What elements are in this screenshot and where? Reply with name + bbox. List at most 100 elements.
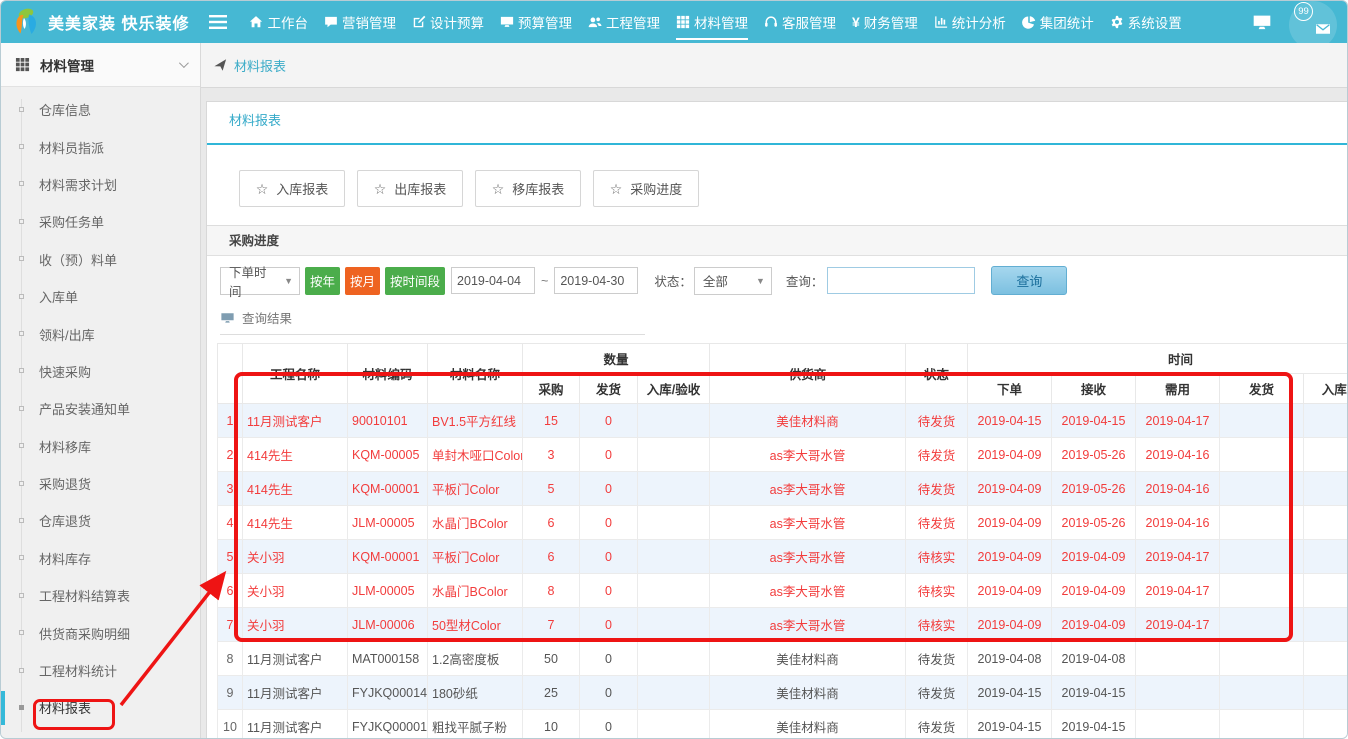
sidebar-item[interactable]: 收（预）料单 — [1, 241, 200, 278]
sidebar-item[interactable]: 入库单 — [1, 278, 200, 315]
table-row[interactable]: 1 11月测试客户 90010101 BV1.5平方红线 15 0 美佳材料商 … — [218, 404, 1348, 438]
main-content: 材料报表 ☆ 入库报表 ☆ 出库报表 ☆ 移库报表 — [201, 89, 1347, 738]
sidebar-item-label: 供货商采购明细 — [39, 624, 130, 643]
table-row[interactable]: 10 11月测试客户 FYJKQ00001 粗找平腻子粉 10 0 美佳材料商 … — [218, 710, 1348, 739]
nav-item[interactable]: 系统设置 — [1110, 1, 1182, 43]
bullet-icon — [19, 256, 24, 261]
cell-time-order: 2019-04-08 — [968, 642, 1052, 676]
sidebar-group-header[interactable]: 材料管理 — [1, 43, 200, 87]
sidebar-item[interactable]: 快速采购 — [1, 353, 200, 390]
col-row-number — [218, 344, 243, 404]
sidebar-item[interactable]: 工程材料结算表 — [1, 577, 200, 614]
cell-project: 414先生 — [243, 472, 348, 506]
order-time-select[interactable]: 下单时间 ▼ — [220, 267, 300, 295]
cell-time-in — [1304, 710, 1348, 739]
table-row[interactable]: 4 414先生 JLM-00005 水晶门BColor 6 0 as李大哥水管 … — [218, 506, 1348, 540]
cell-time-need: 2019-04-17 — [1136, 540, 1220, 574]
col-supplier: 供货商 — [710, 344, 906, 404]
results-table-wrap: 工程名称 材料编码 材料名称 数量 供货商 状态 时间 采购 发货 — [217, 343, 1348, 739]
nav-item[interactable]: 材料管理 — [676, 1, 748, 43]
nav-item-label: 系统设置 — [1128, 12, 1182, 32]
search-button[interactable]: 查询 — [991, 266, 1067, 295]
sidebar-menu: 仓库信息 材料员指派 材料需求计划 采购任务单 — [1, 87, 200, 727]
cell-material-name: 平板门Color — [428, 540, 523, 574]
sidebar-item-label: 材料员指派 — [39, 138, 104, 157]
sidebar-item[interactable]: 仓库退货 — [1, 502, 200, 539]
nav-item-label: 客服管理 — [782, 12, 836, 32]
date-to-input[interactable] — [554, 267, 638, 294]
cell-status: 待发货 — [906, 404, 968, 438]
date-mode-button[interactable]: 按年 — [305, 267, 340, 295]
results-table: 工程名称 材料编码 材料名称 数量 供货商 状态 时间 采购 发货 — [217, 343, 1348, 739]
table-row[interactable]: 6 关小羽 JLM-00005 水晶门BColor 8 0 as李大哥水管 待核… — [218, 574, 1348, 608]
cell-project: 11月测试客户 — [243, 676, 348, 710]
report-button[interactable]: ☆ 入库报表 — [239, 170, 345, 207]
table-row[interactable]: 7 关小羽 JLM-00006 50型材Color 7 0 as李大哥水管 待核… — [218, 608, 1348, 642]
sidebar-item-label: 领料/出库 — [39, 325, 95, 344]
tab-bar: 材料报表 — [207, 102, 1348, 145]
user-messages[interactable]: 99 — [1289, 1, 1337, 43]
tab-material-report[interactable]: 材料报表 — [227, 110, 283, 143]
cell-inspect — [638, 710, 710, 739]
table-body: 1 11月测试客户 90010101 BV1.5平方红线 15 0 美佳材料商 … — [218, 404, 1348, 739]
cell-supplier: as李大哥水管 — [710, 472, 906, 506]
nav-item-label: 工作台 — [267, 12, 308, 32]
table-row[interactable]: 2 414先生 KQM-00005 单封木哑口Color 3 0 as李大哥水管… — [218, 438, 1348, 472]
sidebar-item[interactable]: 材料移库 — [1, 428, 200, 465]
cell-status: 待核实 — [906, 608, 968, 642]
report-button[interactable]: ☆ 移库报表 — [475, 170, 581, 207]
cell-status: 待发货 — [906, 472, 968, 506]
date-mode-button[interactable]: 按时间段 — [385, 267, 445, 295]
nav-item[interactable]: 集团统计 — [1022, 1, 1094, 43]
sidebar-item[interactable]: 采购退货 — [1, 465, 200, 502]
cell-time-in — [1304, 642, 1348, 676]
col-group-time: 时间 — [968, 344, 1348, 374]
sidebar-item-label: 采购退货 — [39, 474, 91, 493]
cell-ship: 0 — [580, 574, 638, 608]
star-icon: ☆ — [610, 182, 623, 196]
table-row[interactable]: 5 关小羽 KQM-00001 平板门Color 6 0 as李大哥水管 待核实 — [218, 540, 1348, 574]
cell-time-need: 2019-04-17 — [1136, 608, 1220, 642]
date-mode-button[interactable]: 按月 — [345, 267, 380, 295]
report-button[interactable]: ☆ 采购进度 — [593, 170, 699, 207]
select-arrow-icon: ▼ — [756, 276, 765, 286]
nav-item[interactable]: 预算管理 — [500, 1, 572, 43]
date-mode-buttons: 按年 按月 按时间段 — [300, 267, 445, 295]
nav-item[interactable]: 统计分析 — [934, 1, 1006, 43]
col-time-order: 下单 — [968, 374, 1052, 404]
sidebar-item[interactable]: 材料报表 — [1, 689, 200, 726]
table-row[interactable]: 8 11月测试客户 MAT000158 1.2高密度板 50 0 美佳材料商 待… — [218, 642, 1348, 676]
sidebar-item[interactable]: 采购任务单 — [1, 203, 200, 240]
date-from-input[interactable] — [451, 267, 535, 294]
col-project: 工程名称 — [243, 344, 348, 404]
cell-time-receive: 2019-04-15 — [1052, 710, 1136, 739]
monitor-icon[interactable] — [1251, 13, 1273, 32]
sidebar-item[interactable]: 仓库信息 — [1, 91, 200, 128]
sidebar-item[interactable]: 材料库存 — [1, 540, 200, 577]
report-button[interactable]: ☆ 出库报表 — [357, 170, 463, 207]
table-row[interactable]: 3 414先生 KQM-00001 平板门Color 5 0 as李大哥水管 待… — [218, 472, 1348, 506]
cell-material-code: KQM-00001 — [348, 472, 428, 506]
sidebar-item[interactable]: 供货商采购明细 — [1, 614, 200, 651]
cell-inspect — [638, 642, 710, 676]
nav-item[interactable]: 客服管理 — [764, 1, 836, 43]
nav-item[interactable]: 工程管理 — [588, 1, 660, 43]
cell-time-receive: 2019-04-08 — [1052, 642, 1136, 676]
nav-item[interactable]: 工作台 — [249, 1, 308, 43]
nav-item[interactable]: ¥ 财务管理 — [852, 1, 918, 43]
status-select[interactable]: 全部 ▼ — [694, 267, 772, 295]
menu-toggle-icon[interactable] — [209, 15, 227, 29]
sidebar-item[interactable]: 产品安装通知单 — [1, 390, 200, 427]
table-row[interactable]: 9 11月测试客户 FYJKQ00014 180砂纸 25 0 美佳材料商 待发… — [218, 676, 1348, 710]
sidebar-item[interactable]: 领料/出库 — [1, 315, 200, 352]
sidebar-group-title: 材料管理 — [40, 55, 94, 75]
cell-ship: 0 — [580, 676, 638, 710]
sidebar-item[interactable]: 材料需求计划 — [1, 166, 200, 203]
sidebar-item[interactable]: 材料员指派 — [1, 128, 200, 165]
nav-item[interactable]: 营销管理 — [324, 1, 396, 43]
sidebar-item[interactable]: 工程材料统计 — [1, 652, 200, 689]
nav-item[interactable]: 设计预算 — [412, 1, 484, 43]
search-input[interactable] — [827, 267, 975, 294]
col-status: 状态 — [906, 344, 968, 404]
breadcrumb-label[interactable]: 材料报表 — [234, 56, 286, 75]
